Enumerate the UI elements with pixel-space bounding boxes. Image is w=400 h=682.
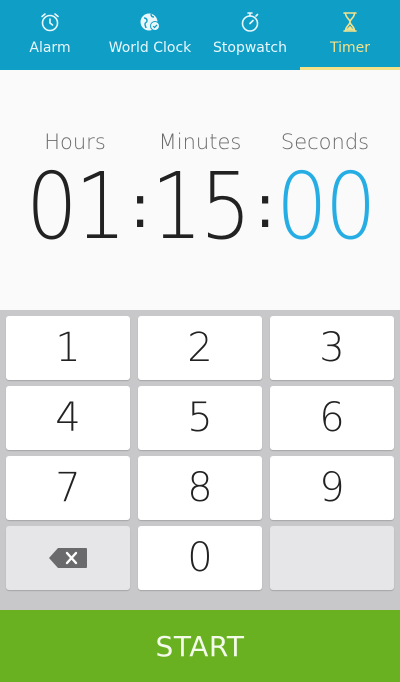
tab-alarm[interactable]: Alarm [0, 0, 100, 70]
start-button[interactable]: START [0, 610, 400, 682]
tab-world-clock[interactable]: World Clock [100, 0, 200, 70]
globe-clock-icon [140, 13, 160, 31]
key-9[interactable]: 9 [270, 456, 394, 520]
timer-display: Hours Minutes Seconds 01 : 15 : 00 [0, 70, 400, 310]
minutes-label: Minutes [158, 130, 242, 154]
alarm-clock-icon [41, 13, 59, 32]
hours-value[interactable]: 01 [22, 152, 128, 262]
key-4[interactable]: 4 [6, 386, 130, 450]
tab-world-clock-label: World Clock [108, 40, 192, 56]
backspace-key[interactable] [6, 526, 130, 590]
key-1[interactable]: 1 [6, 316, 130, 380]
seconds-value[interactable]: 00 [272, 152, 378, 262]
tab-stopwatch[interactable]: Stopwatch [200, 0, 300, 70]
minutes-seconds-separator: : [255, 172, 276, 242]
backspace-icon [49, 548, 87, 568]
hours-label: Hours [44, 130, 106, 154]
key-6[interactable]: 6 [270, 386, 394, 450]
key-2[interactable]: 2 [138, 316, 262, 380]
seconds-label: Seconds [280, 130, 370, 154]
hours-minutes-separator: : [130, 172, 151, 242]
tab-timer-label: Timer [329, 40, 371, 56]
key-3[interactable]: 3 [270, 316, 394, 380]
key-5[interactable]: 5 [138, 386, 262, 450]
key-7[interactable]: 7 [6, 456, 130, 520]
tab-timer[interactable]: Timer [300, 0, 400, 70]
numeric-keypad: 1 2 3 4 5 6 7 8 9 0 [0, 310, 400, 610]
tab-alarm-label: Alarm [29, 40, 71, 56]
timer-app: Alarm World Clock Stopwatch Timer Hours … [0, 0, 400, 682]
key-0[interactable]: 0 [138, 526, 262, 590]
blank-key [270, 526, 394, 590]
hourglass-icon [343, 12, 357, 32]
stopwatch-icon [241, 12, 259, 32]
minutes-value[interactable]: 15 [147, 152, 253, 262]
tab-stopwatch-label: Stopwatch [213, 40, 287, 56]
tab-bar: Alarm World Clock Stopwatch Timer [0, 0, 400, 70]
key-8[interactable]: 8 [138, 456, 262, 520]
